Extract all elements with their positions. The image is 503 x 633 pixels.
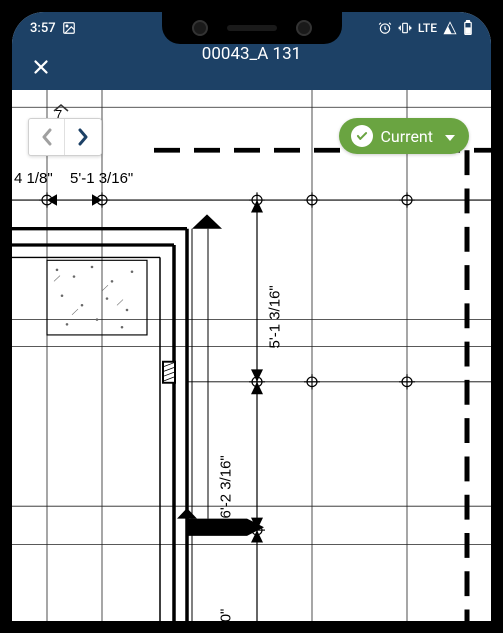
checkmark-icon (351, 125, 373, 147)
phone-frame: 3:57 LTE (0, 0, 503, 633)
drawing-viewport[interactable]: 7 Current (12, 90, 491, 621)
close-button[interactable] (30, 56, 52, 78)
caret-up-icon (52, 100, 70, 119)
vibrate-icon (398, 21, 412, 35)
status-time: 3:57 (30, 21, 56, 36)
version-status-badge[interactable]: Current (339, 118, 469, 154)
phone-notch (162, 12, 342, 44)
next-page-button[interactable] (65, 119, 101, 155)
app-header: 00043_A 131 (12, 44, 491, 90)
dim-label-4: 6'-2 3/16" (218, 455, 235, 518)
battery-icon (463, 20, 473, 36)
notch-sensor-right (296, 20, 312, 36)
alarm-icon (378, 21, 392, 35)
network-label: LTE (418, 21, 437, 35)
dim-label-5: 7'-0" (218, 609, 235, 621)
status-label: Current (381, 127, 433, 146)
prev-page-button[interactable] (29, 119, 65, 155)
dim-label-2: 5'-1 3/16" (70, 170, 133, 187)
phone-screen: 3:57 LTE (12, 12, 491, 621)
page-title: 00043_A 131 (202, 44, 301, 64)
dim-label-3: 5'-1 3/16" (267, 285, 284, 348)
signal-icon (443, 21, 457, 35)
notch-sensor-left (192, 20, 208, 36)
page-nav-controls (28, 118, 102, 156)
dim-label-1: 4 1/8" (14, 170, 53, 187)
image-icon (62, 21, 76, 35)
notch-speaker (227, 25, 277, 31)
chevron-down-icon (445, 127, 455, 146)
